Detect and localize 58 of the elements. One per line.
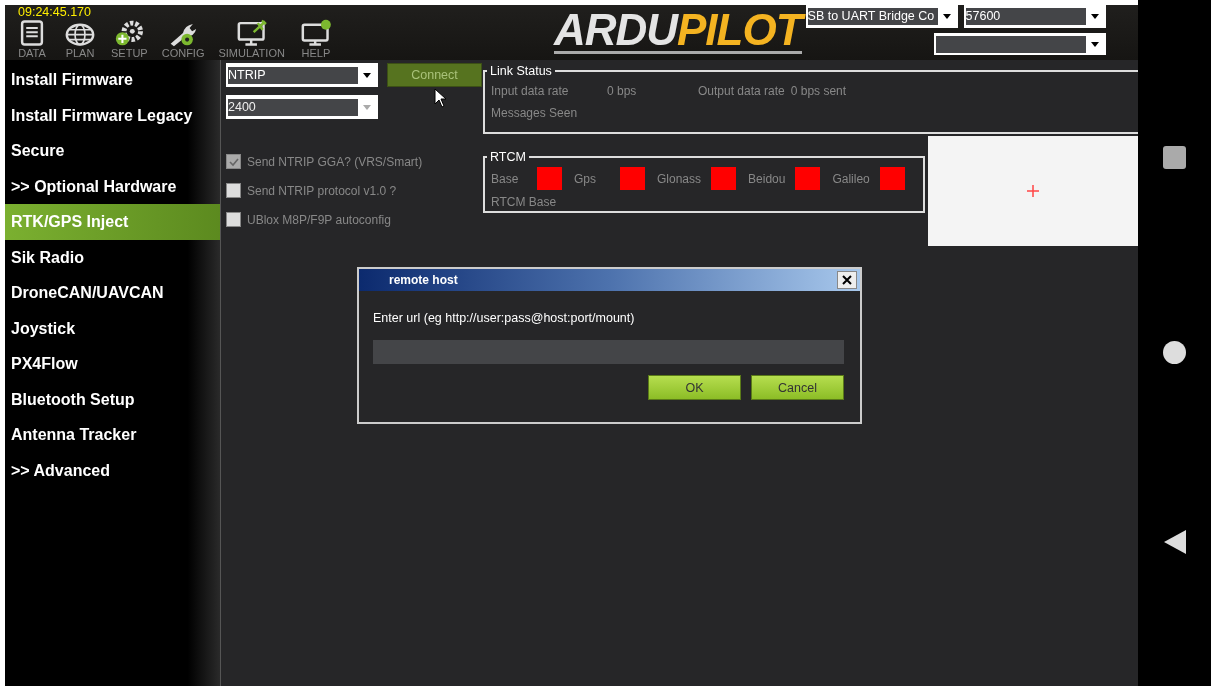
- sidebar-item[interactable]: Antenna Tracker: [5, 417, 220, 453]
- group-title: Link Status: [489, 64, 553, 78]
- home-button[interactable]: [1163, 341, 1186, 364]
- toolbar-button[interactable]: DATA: [9, 19, 55, 60]
- checkbox-label: UBlox M8P/F9P autoconfig: [247, 212, 391, 227]
- sidebar-item[interactable]: >> Advanced: [5, 452, 220, 488]
- checkbox-label: Send NTRIP protocol v1.0 ?: [247, 183, 397, 198]
- field-label: RTCM Base: [491, 195, 557, 209]
- close-icon: [842, 275, 852, 285]
- indicator-label: Base: [491, 171, 520, 186]
- clock-text: 09:24:45.170: [18, 5, 91, 19]
- toolbar-button[interactable]: SIMULATION: [212, 19, 291, 60]
- prompt-text: Enter url (eg http://user:pass@host:port/mount): [373, 311, 636, 325]
- toolbar-button[interactable]: HELP: [292, 19, 339, 60]
- sidebar-item[interactable]: PX4Flow: [5, 346, 220, 382]
- port-dropdown[interactable]: SB to UART Bridge Co: [805, 5, 958, 28]
- toolbar-button[interactable]: PLAN: [57, 19, 103, 60]
- field-value: 0 bps sent: [790, 84, 847, 98]
- caret-icon: [363, 104, 371, 110]
- checkbox-label: Send NTRIP GGA? (VRS/Smart): [247, 154, 423, 169]
- group-title: RTCM: [489, 150, 527, 164]
- close-button[interactable]: [837, 271, 857, 289]
- caret-icon: [1090, 14, 1099, 19]
- indicator-label: Galileo: [832, 171, 870, 186]
- sidebar-item[interactable]: Install Firmware Legacy: [5, 97, 220, 133]
- field-value: 0 bps: [607, 84, 638, 98]
- caret-icon: [942, 14, 951, 19]
- indicator-label: Glonass: [657, 171, 702, 186]
- sidebar-item[interactable]: Secure: [5, 133, 220, 169]
- baud-dropdown[interactable]: 57600: [963, 5, 1106, 28]
- field-label: Input data rate: [491, 84, 570, 98]
- sidebar-item[interactable]: >> Optional Hardware: [5, 168, 220, 204]
- toolbar-button[interactable]: CONFIG: [155, 19, 211, 60]
- field-label: Messages Seen: [491, 106, 578, 120]
- checkbox[interactable]: [226, 183, 241, 198]
- checkbox[interactable]: [226, 154, 241, 169]
- toolbar-button[interactable]: SETUP: [105, 19, 154, 60]
- back-button[interactable]: [1163, 530, 1186, 554]
- dialog-title: remote host: [389, 273, 458, 287]
- caret-icon: [1090, 41, 1099, 47]
- dialog-button[interactable]: OK: [648, 375, 741, 400]
- plus-icon: [1026, 185, 1039, 197]
- recents-button[interactable]: [1163, 146, 1186, 169]
- source-dropdown[interactable]: NTRIP: [226, 63, 378, 87]
- connection-dropdown[interactable]: [933, 33, 1106, 55]
- sidebar-item[interactable]: Bluetooth Setup: [5, 381, 220, 417]
- dialog-button[interactable]: Cancel: [751, 375, 844, 400]
- indicator-label: Gps: [574, 171, 597, 186]
- url-input-field[interactable]: [373, 340, 844, 364]
- indicator-label: Beidou: [748, 171, 786, 186]
- sidebar-item[interactable]: DroneCAN/UAVCAN: [5, 275, 220, 311]
- field-label: Output data rate: [698, 84, 785, 98]
- sidebar-item[interactable]: Sik Radio: [5, 239, 220, 275]
- sidebar-item[interactable]: Install Firmware: [5, 62, 220, 98]
- checkbox[interactable]: [226, 212, 241, 227]
- cursor-icon: [434, 88, 448, 108]
- sidebar-item[interactable]: Joystick: [5, 310, 220, 346]
- caret-icon: [363, 72, 371, 78]
